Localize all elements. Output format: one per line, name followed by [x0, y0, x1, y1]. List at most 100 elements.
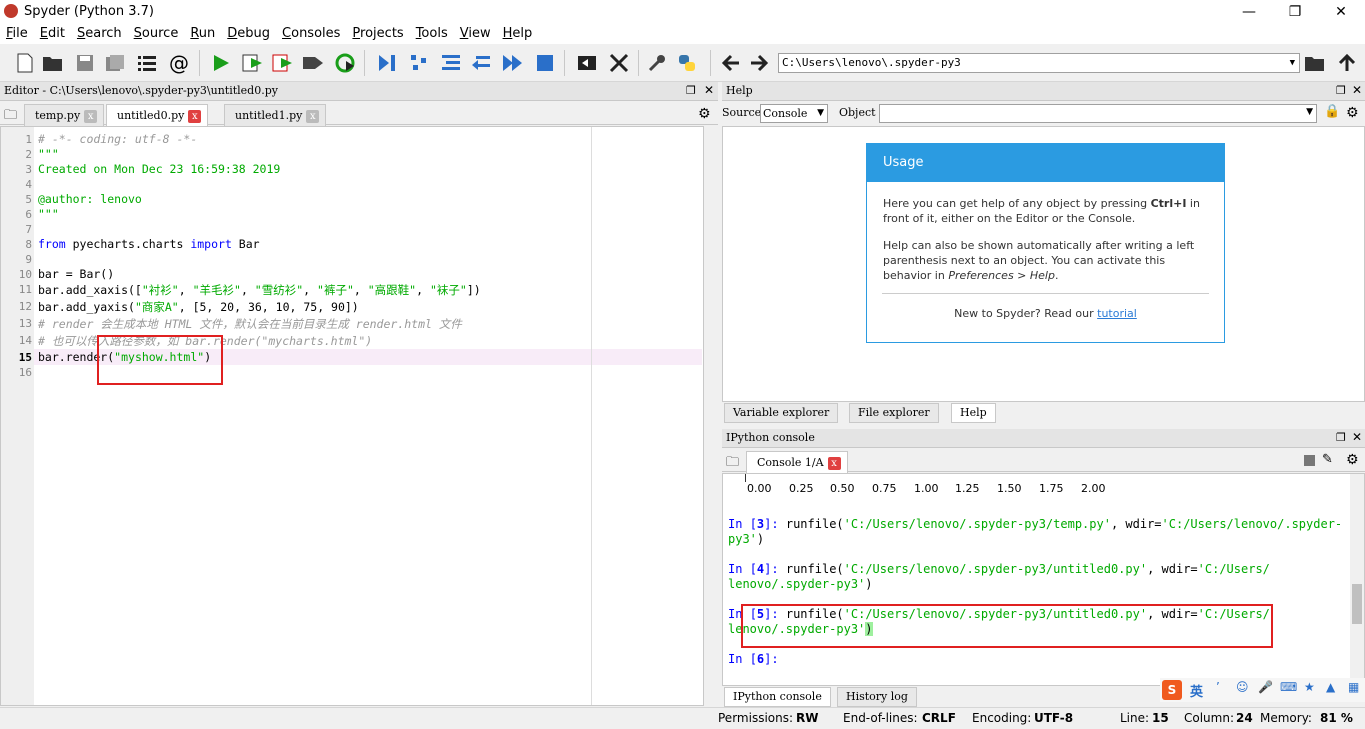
tab-history-log[interactable]: History log [837, 687, 917, 707]
new-file-icon[interactable] [14, 52, 36, 74]
close-pane-icon[interactable]: ✕ [1352, 430, 1362, 444]
forward-icon[interactable] [748, 52, 770, 74]
close-tab-icon[interactable]: x [827, 456, 841, 470]
close-pane-icon[interactable]: ✕ [704, 83, 714, 97]
menu-source[interactable]: Source [128, 24, 185, 44]
console-prompt[interactable]: In [6]: [728, 652, 786, 666]
plot-tick-label: 0.25 [789, 482, 814, 495]
skin-icon[interactable]: ★ [1304, 680, 1315, 694]
tab-variable-explorer[interactable]: Variable explorer [724, 403, 839, 423]
code-editor[interactable]: 1 2 3 4 5 6 7 8 9 10 11 12 13 14 15 16 #… [0, 126, 704, 706]
tab-untitled1-py[interactable]: untitled1.py x [224, 104, 327, 126]
run-icon[interactable] [210, 52, 232, 74]
menu-search[interactable]: Search [71, 24, 128, 44]
gear-icon[interactable]: ⚙ [698, 106, 711, 122]
tab-temp-py[interactable]: temp.py x [24, 104, 105, 126]
clear-console-icon[interactable]: ✎ [1322, 452, 1333, 467]
maximize-button[interactable]: ❐ [1272, 2, 1318, 22]
save-all-icon[interactable] [104, 52, 126, 74]
ime-toolbar: S 英 ’ ☺ 🎤 ⌨ ★ ▲ ▦ [1160, 678, 1365, 702]
close-button[interactable]: ✕ [1318, 2, 1364, 22]
line-number: 8 [25, 238, 32, 251]
editor-title: Editor - C:\Users\lenovo\.spyder-py3\unt… [0, 82, 718, 101]
close-tab-icon[interactable]: x [188, 109, 202, 123]
save-icon[interactable] [74, 52, 96, 74]
code-line: """ [38, 147, 59, 161]
parent-dir-icon[interactable] [1336, 52, 1358, 74]
browse-tabs-icon[interactable]: 🗀 [726, 453, 739, 475]
step-into-icon[interactable] [440, 52, 462, 74]
lock-icon[interactable]: 🔒 [1324, 104, 1340, 119]
close-tab-icon[interactable]: x [306, 109, 320, 123]
menu-consoles[interactable]: Consoles [276, 24, 346, 44]
gear-icon[interactable]: ⚙ [1346, 105, 1359, 121]
encoding-value: UTF-8 [1034, 711, 1074, 725]
menu-view[interactable]: View [454, 24, 497, 44]
undock-icon[interactable]: ❐ [686, 84, 696, 97]
browse-icon[interactable] [1304, 52, 1326, 74]
source-select[interactable]: Console ▼ [760, 104, 828, 123]
gear-icon[interactable]: ⚙ [1346, 452, 1359, 468]
tab-file-explorer[interactable]: File explorer [849, 403, 939, 423]
keyboard-icon[interactable]: ⌨ [1280, 680, 1297, 694]
line-number: 6 [25, 208, 32, 221]
ime-menu-icon[interactable]: ▦ [1348, 680, 1359, 694]
rerun-icon[interactable] [334, 52, 356, 74]
menu-projects[interactable]: Projects [346, 24, 409, 44]
menu-debug[interactable]: Debug [221, 24, 276, 44]
console-scrollbar[interactable] [1350, 474, 1364, 685]
scrollbar-thumb[interactable] [1352, 584, 1362, 624]
step-icon[interactable] [408, 52, 430, 74]
microphone-icon[interactable]: 🎤 [1258, 680, 1273, 694]
tutorial-link[interactable]: tutorial [1097, 307, 1137, 320]
chevron-down-icon[interactable]: ▼ [1290, 54, 1295, 72]
close-pane-icon[interactable]: ✕ [1352, 83, 1362, 97]
status-bar: Permissions: RW End-of-lines: CRLF Encod… [0, 707, 1365, 729]
run-cell-advance-icon[interactable] [272, 52, 294, 74]
close-tab-icon[interactable]: x [84, 109, 98, 123]
object-input[interactable]: ▼ [879, 104, 1317, 123]
stop-kernel-icon[interactable] [1304, 455, 1315, 466]
tab-ipython-console[interactable]: IPython console [724, 687, 831, 707]
tab-help[interactable]: Help [951, 403, 996, 423]
sogou-logo-icon[interactable]: S [1162, 680, 1182, 700]
at-icon[interactable]: @ [168, 51, 190, 75]
back-icon[interactable] [720, 52, 742, 74]
code-line: @author: lenovo [38, 192, 142, 206]
tab-untitled0-py[interactable]: untitled0.py x [106, 104, 209, 126]
menu-file[interactable]: File [0, 24, 34, 44]
code-line: bar = Bar() [38, 267, 115, 281]
outline-icon[interactable] [136, 52, 158, 74]
step-return-icon[interactable] [470, 52, 492, 74]
tab-console-1a[interactable]: Console 1/A x [746, 451, 848, 473]
minimize-button[interactable]: — [1226, 2, 1272, 22]
browse-tabs-icon[interactable]: 🗀 [4, 106, 17, 128]
run-cell-icon[interactable] [242, 52, 264, 74]
plot-tick-label: 1.00 [914, 482, 939, 495]
debug-icon[interactable] [376, 52, 398, 74]
open-file-icon[interactable] [42, 52, 64, 74]
code-line: Created on Mon Dec 23 16:59:38 2019 [38, 162, 281, 176]
continue-icon[interactable] [502, 52, 524, 74]
maximize-pane-icon[interactable] [576, 52, 598, 74]
console-pane-header: IPython console ❐ ✕ [722, 429, 1365, 449]
fullscreen-icon[interactable] [608, 52, 630, 74]
menu-run[interactable]: Run [184, 24, 221, 44]
ime-language-indicator[interactable]: 英 [1190, 681, 1203, 700]
emoji-icon[interactable]: ☺ [1236, 680, 1249, 694]
undock-icon[interactable]: ❐ [1336, 84, 1346, 97]
working-directory-input[interactable]: C:\Users\lenovo\.spyder-py3 ▼ [778, 53, 1300, 73]
ipython-console[interactable]: 0.00 0.25 0.50 0.75 1.00 1.25 1.50 1.75 … [722, 473, 1365, 686]
stop-icon[interactable] [534, 52, 556, 74]
run-selection-icon[interactable] [302, 52, 324, 74]
menu-help[interactable]: Help [497, 24, 539, 44]
shirt-icon[interactable]: ▲ [1326, 680, 1335, 694]
undock-icon[interactable]: ❐ [1336, 431, 1346, 444]
menu-edit[interactable]: Edit [34, 24, 71, 44]
code-line: from pyecharts.charts import Bar [38, 237, 260, 251]
preferences-icon[interactable] [646, 52, 668, 74]
menu-tools[interactable]: Tools [410, 24, 454, 44]
plot-tick-label: 0.50 [830, 482, 855, 495]
punctuation-icon[interactable]: ’ [1216, 680, 1220, 694]
python-path-icon[interactable] [676, 52, 698, 74]
